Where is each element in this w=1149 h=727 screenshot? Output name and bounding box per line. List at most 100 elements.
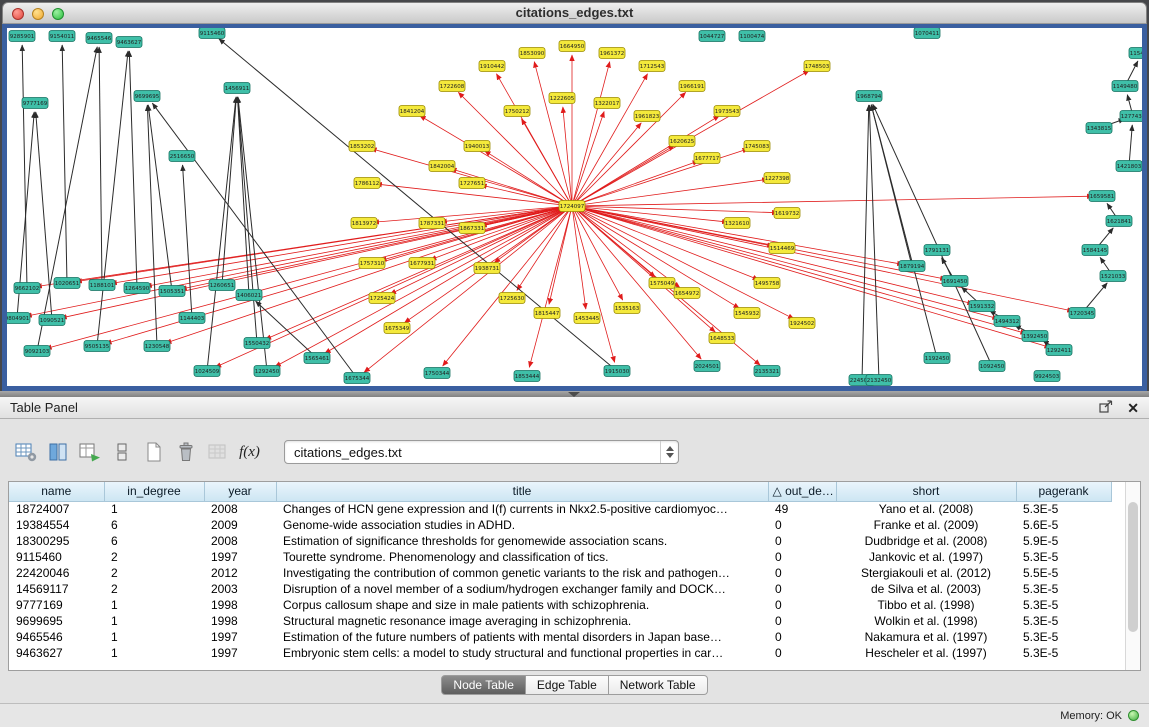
float-panel-icon[interactable]: [1099, 400, 1113, 416]
create-column-button[interactable]: [76, 439, 103, 466]
graph-node[interactable]: 1968794: [856, 91, 882, 102]
graph-node[interactable]: 1725630: [499, 293, 525, 304]
cell-pagerank[interactable]: 5.5E-5: [1016, 565, 1111, 581]
table-row[interactable]: 2242004622012Investigating the contribut…: [9, 565, 1111, 581]
column-header-out_degree[interactable]: △ out_de…: [768, 482, 836, 501]
graph-node[interactable]: 1961372: [599, 48, 625, 59]
cell-pagerank[interactable]: 5.3E-5: [1016, 549, 1111, 565]
graph-node[interactable]: 1842004: [429, 161, 455, 172]
cell-out_degree[interactable]: 0: [768, 549, 836, 565]
cell-name[interactable]: 14569117: [9, 581, 104, 597]
cell-title[interactable]: Embryonic stem cells: a model to study s…: [276, 645, 768, 661]
cell-out_degree[interactable]: 0: [768, 533, 836, 549]
graph-node[interactable]: 1260651: [209, 280, 235, 291]
graph-node[interactable]: 1748503: [804, 61, 830, 72]
graph-node[interactable]: 1750344: [424, 368, 450, 379]
cell-pagerank[interactable]: 5.3E-5: [1016, 629, 1111, 645]
graph-node[interactable]: 1664950: [559, 41, 585, 52]
cell-short[interactable]: Franke et al. (2009): [836, 517, 1016, 533]
graph-node[interactable]: 2516650: [169, 151, 195, 162]
graph-node[interactable]: 1514469: [769, 243, 795, 254]
cell-name[interactable]: 18300295: [9, 533, 104, 549]
cell-year[interactable]: 1998: [204, 597, 276, 613]
table-options-button[interactable]: [12, 439, 39, 466]
column-header-pagerank[interactable]: pagerank: [1016, 482, 1111, 501]
graph-node[interactable]: 1392450: [1022, 331, 1048, 342]
cell-out_degree[interactable]: 0: [768, 629, 836, 645]
graph-node[interactable]: 1421803: [1116, 161, 1142, 172]
cell-pagerank[interactable]: 5.9E-5: [1016, 533, 1111, 549]
cell-name[interactable]: 18724007: [9, 501, 104, 517]
column-header-short[interactable]: short: [836, 482, 1016, 501]
graph-node[interactable]: 1853444: [514, 371, 540, 382]
delete-table-button[interactable]: [172, 439, 199, 466]
table-row[interactable]: 1830029562008Estimation of significance …: [9, 533, 1111, 549]
cell-out_degree[interactable]: 0: [768, 565, 836, 581]
graph-node[interactable]: 1565461: [304, 353, 330, 364]
graph-node[interactable]: 9699695: [134, 91, 160, 102]
table-row[interactable]: 1872400712008Changes of HCN gene express…: [9, 501, 1111, 517]
graph-node[interactable]: 1192450: [924, 353, 950, 364]
graph-node[interactable]: 1712543: [639, 61, 665, 72]
cell-in_degree[interactable]: 2: [104, 549, 204, 565]
graph-node[interactable]: 1745083: [744, 141, 770, 152]
graph-node[interactable]: 1149480: [1112, 81, 1138, 92]
cell-short[interactable]: Yano et al. (2008): [836, 501, 1016, 517]
cell-year[interactable]: 1997: [204, 645, 276, 661]
function-builder-button[interactable]: f(x): [236, 439, 263, 466]
graph-node[interactable]: 1853090: [519, 48, 545, 59]
cell-year[interactable]: 2009: [204, 517, 276, 533]
graph-node[interactable]: 1722608: [439, 81, 465, 92]
cell-short[interactable]: Dudbridge et al. (2008): [836, 533, 1016, 549]
close-panel-icon[interactable]: ✕: [1127, 401, 1139, 415]
cell-in_degree[interactable]: 1: [104, 645, 204, 661]
graph-node[interactable]: 1677931: [409, 258, 435, 269]
graph-node[interactable]: 1456911: [224, 83, 250, 94]
graph-node[interactable]: 1521033: [1100, 271, 1126, 282]
graph-node[interactable]: 1620625: [669, 136, 695, 147]
graph-node[interactable]: 1070411: [914, 28, 940, 39]
cell-year[interactable]: 2008: [204, 501, 276, 517]
graph-node[interactable]: 1675349: [384, 323, 410, 334]
cell-title[interactable]: Genome-wide association studies in ADHD.: [276, 517, 768, 533]
graph-node[interactable]: 1453445: [574, 313, 600, 324]
window-titlebar[interactable]: citations_edges.txt: [2, 2, 1147, 24]
table-row[interactable]: 977716911998Corpus callosum shape and si…: [9, 597, 1111, 613]
graph-node[interactable]: 1966191: [679, 81, 705, 92]
graph-node[interactable]: 1879194: [899, 261, 925, 272]
cell-out_degree[interactable]: 0: [768, 517, 836, 533]
graph-node[interactable]: 1841204: [399, 106, 425, 117]
table-row[interactable]: 946554611997Estimation of the future num…: [9, 629, 1111, 645]
graph-node[interactable]: 2135321: [754, 366, 780, 377]
cell-year[interactable]: 1997: [204, 629, 276, 645]
cell-year[interactable]: 1998: [204, 613, 276, 629]
graph-node[interactable]: 1720345: [1069, 308, 1095, 319]
graph-node[interactable]: 2024501: [694, 361, 720, 372]
network-canvas[interactable]: 1724097185320217861121813972175731017254…: [7, 28, 1142, 386]
new-table-button[interactable]: [140, 439, 167, 466]
graph-node[interactable]: 1154808: [1129, 48, 1142, 59]
graph-node[interactable]: 1648533: [709, 333, 735, 344]
cell-title[interactable]: Corpus callosum shape and size in male p…: [276, 597, 768, 613]
graph-node[interactable]: 1575049: [649, 278, 675, 289]
graph-node[interactable]: 1910442: [479, 61, 505, 72]
cell-year[interactable]: 2008: [204, 533, 276, 549]
column-header-year[interactable]: year: [204, 482, 276, 501]
cell-short[interactable]: Stergiakouli et al. (2012): [836, 565, 1016, 581]
graph-node[interactable]: 9804901: [7, 313, 30, 324]
graph-node[interactable]: 1757310: [359, 258, 385, 269]
graph-node[interactable]: 1321610: [724, 218, 750, 229]
graph-node[interactable]: 1494312: [994, 316, 1020, 327]
graph-node[interactable]: 1292450: [254, 366, 280, 377]
cell-pagerank[interactable]: 5.3E-5: [1016, 597, 1111, 613]
graph-node[interactable]: 1654972: [674, 288, 700, 299]
zoom-window-button[interactable]: [52, 8, 64, 20]
graph-node[interactable]: 1750212: [504, 106, 530, 117]
graph-node[interactable]: 1961823: [634, 111, 660, 122]
graph-node[interactable]: 1621841: [1106, 216, 1132, 227]
graph-node[interactable]: 1813972: [351, 218, 377, 229]
graph-node[interactable]: 1090521: [39, 315, 65, 326]
graph-node[interactable]: 1938731: [474, 263, 500, 274]
graph-node[interactable]: 9115460: [199, 28, 225, 39]
table-row[interactable]: 1456911722003Disruption of a novel membe…: [9, 581, 1111, 597]
